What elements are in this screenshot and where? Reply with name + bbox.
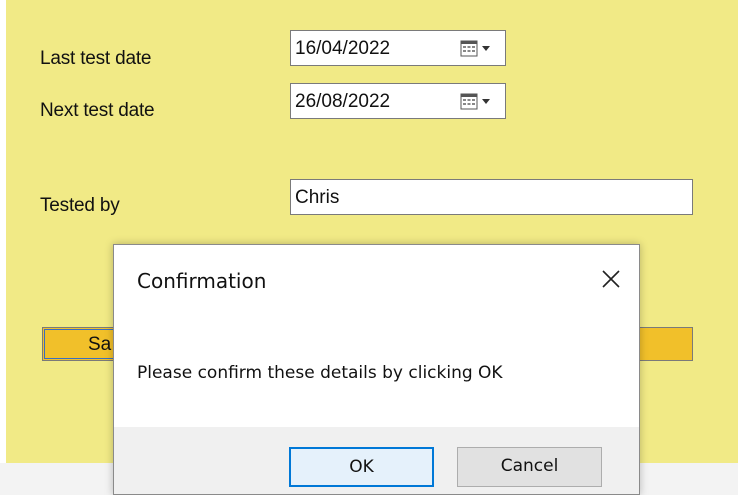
close-icon[interactable] [593,261,629,297]
next-test-date-label: Next test date [40,100,155,121]
last-test-date-picker[interactable]: 16/04/2022 [290,30,506,66]
cancel-button[interactable]: Cancel [457,447,602,487]
dialog-title: Confirmation [137,269,267,293]
ok-button[interactable]: OK [289,447,434,487]
tested-by-label: Tested by [40,195,120,216]
tested-by-input[interactable]: Chris [290,179,693,215]
last-test-date-label: Last test date [40,48,152,69]
dialog-footer: OK Cancel [114,427,639,494]
calendar-dropdown-icon[interactable] [459,92,497,112]
last-test-date-value: 16/04/2022 [295,38,391,59]
calendar-dropdown-icon[interactable] [459,39,497,59]
confirmation-dialog: Confirmation Please confirm these detail… [113,244,640,495]
save-button-label: Sa [88,334,112,355]
next-test-date-value: 26/08/2022 [295,91,391,112]
dialog-message: Please confirm these details by clicking… [137,363,503,383]
tested-by-value: Chris [295,187,340,208]
next-test-date-picker[interactable]: 26/08/2022 [290,83,506,119]
